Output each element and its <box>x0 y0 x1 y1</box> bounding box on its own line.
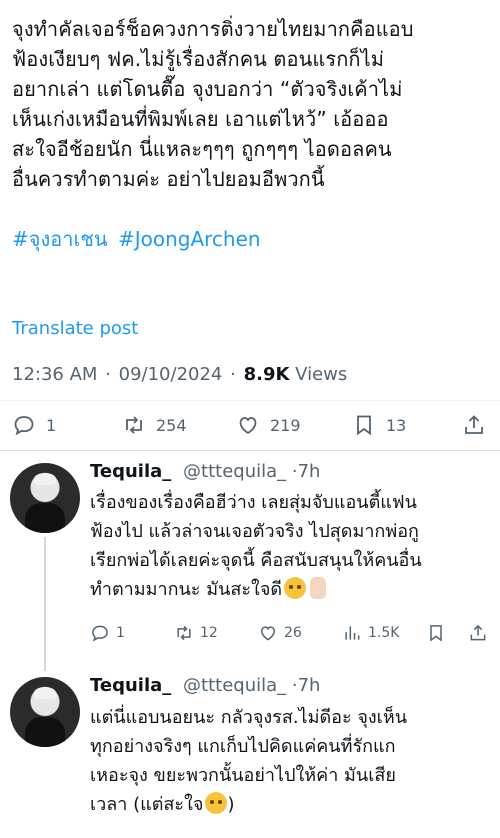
display-name[interactable]: Tequila_ <box>90 675 171 696</box>
like-count: 26 <box>284 625 302 641</box>
bookmark-button[interactable]: 13 <box>352 413 406 437</box>
handle[interactable]: @tttequila_ <box>183 675 286 696</box>
ok-hand-emoji <box>310 577 327 599</box>
reply-time[interactable]: ·7h <box>292 461 321 482</box>
hashtag-link[interactable]: #JoongArchen <box>118 227 261 251</box>
views-label: Views <box>295 364 348 385</box>
reply-action-bar: 1 12 26 1.5K <box>90 619 490 649</box>
post-date[interactable]: 09/10/2024 <box>119 364 223 385</box>
repost-icon <box>177 625 191 641</box>
reply-button[interactable]: 1 <box>90 623 125 643</box>
like-button[interactable]: 26 <box>258 623 302 643</box>
bookmark-icon <box>430 625 442 642</box>
post-text-line: เห็นเก่งเหมือนที่พิมพ์เลย เอาแต่ไหว้” เอ… <box>12 107 389 131</box>
share-button[interactable] <box>468 623 494 643</box>
reply-text-line: ทำตามมากนะ มันสะใจดี <box>90 579 283 600</box>
main-post: จุงทำคัลเจอร์ช็อควงการติ่งวายไทยมากคือแอ… <box>12 0 488 254</box>
bookmark-count: 13 <box>386 415 407 435</box>
repost-button[interactable]: 254 <box>122 413 187 437</box>
reply-text: แต่นี่แอบนอยนะ กลัวจุงรส.ไม่ดีอะ จุงเห็น… <box>90 703 490 819</box>
reply-time[interactable]: ·7h <box>292 675 321 696</box>
reply-text-line: แต่นี่แอบนอยนะ กลัวจุงรส.ไม่ดีอะ จุงเห็น <box>90 707 408 728</box>
post-text-line: สะใจอีช้อยนัก นี่แหละๆๆๆ ถูกๆๆๆ ไอดอลคน <box>12 137 392 161</box>
share-button[interactable] <box>462 413 496 437</box>
post-action-bar: 1 254 219 13 <box>0 400 500 450</box>
reply-text-line: เรื่องของเรื่องคือฮีว่าง เลยสุ่มจับแอนตี… <box>90 492 417 513</box>
winking-face-emoji <box>284 577 307 599</box>
share-icon <box>470 624 486 641</box>
reply-header: Tequila_ @tttequila_ ·7h <box>90 675 320 696</box>
like-icon <box>260 626 276 641</box>
like-icon <box>239 417 257 435</box>
post-text-line: ฟ้องเงียบๆ ฟค.ไม่รู้เรื่องสักคน ตอนแรกก็… <box>12 47 385 71</box>
reply-icon <box>14 416 34 436</box>
hashtag-link[interactable]: #จุงอาเชน <box>12 227 108 251</box>
reply-text-line: ฟ้องไป แล้วล่าจนเจอตัวจริง ไปสุดมากพ่อกู <box>90 521 419 542</box>
reply-count: 1 <box>116 625 125 641</box>
repost-count: 254 <box>156 415 187 435</box>
reply-text-line: เวลา (แต่สะใจ <box>90 794 204 815</box>
repost-icon <box>126 416 142 434</box>
reply-text-line: เรียกพ่อได้เลยค่ะจุดนี้ คือสนับสนุนให้คน… <box>90 550 422 571</box>
reply-count: 1 <box>46 415 57 435</box>
post-text-line: อื่นควรทำตามค่ะ อย่าไปยอมอีพวกนี้ <box>12 167 325 191</box>
post-text: จุงทำคัลเจอร์ช็อควงการติ่งวายไทยมากคือแอ… <box>12 0 488 194</box>
reply-text-line: ทุกอย่างจริงๆ แกเก็บไปคิดแค่คนที่รักแก <box>90 736 396 757</box>
hashtags: #จุงอาเชน #JoongArchen <box>12 224 488 254</box>
kissing-face-emoji <box>205 792 228 814</box>
repost-count: 12 <box>200 625 218 641</box>
handle[interactable]: @tttequila_ <box>183 461 286 482</box>
translate-post-link[interactable]: Translate post <box>12 318 138 339</box>
repost-button[interactable]: 12 <box>174 623 218 643</box>
bookmark-button[interactable] <box>426 623 452 643</box>
bookmark-icon <box>357 415 371 436</box>
reply-text: เรื่องของเรื่องคือฮีว่าง เลยสุ่มจับแอนตี… <box>90 488 490 604</box>
like-button[interactable]: 219 <box>236 413 301 437</box>
views-count: 8.9K <box>243 364 290 385</box>
views-button[interactable]: 1.5K <box>342 623 399 643</box>
post-text-line: อยากเล่า แต่โดนตื๊อ จุงบอกว่า “ตัวจริงเค… <box>12 77 403 101</box>
reply-button[interactable]: 1 <box>12 413 56 437</box>
reply-post[interactable]: Tequila_ @tttequila_ ·7h เรื่องของเรื่อง… <box>0 451 500 671</box>
like-count: 219 <box>270 415 301 435</box>
reply-icon <box>92 625 108 642</box>
reply-header: Tequila_ @tttequila_ ·7h <box>90 461 320 482</box>
reply-text-line: ) <box>227 794 235 815</box>
display-name[interactable]: Tequila_ <box>90 461 171 482</box>
reply-text-line: เหอะจุง ขยะพวกนั้นอย่าไปให้ค่า มันเสีย <box>90 765 396 786</box>
reply-post[interactable]: Tequila_ @tttequila_ ·7h แต่นี่แอบนอยนะ … <box>0 671 500 838</box>
post-time[interactable]: 12:36 AM <box>12 364 97 385</box>
avatar[interactable] <box>10 677 80 747</box>
post-meta: 12:36 AM · 09/10/2024 · 8.9K Views <box>12 364 348 385</box>
views-count: 1.5K <box>368 625 400 641</box>
post-text-line: จุงทำคัลเจอร์ช็อควงการติ่งวายไทยมากคือแอ… <box>12 17 414 41</box>
share-icon <box>465 415 483 434</box>
avatar[interactable] <box>10 463 80 533</box>
views-icon <box>345 626 360 640</box>
thread-line <box>44 537 46 671</box>
